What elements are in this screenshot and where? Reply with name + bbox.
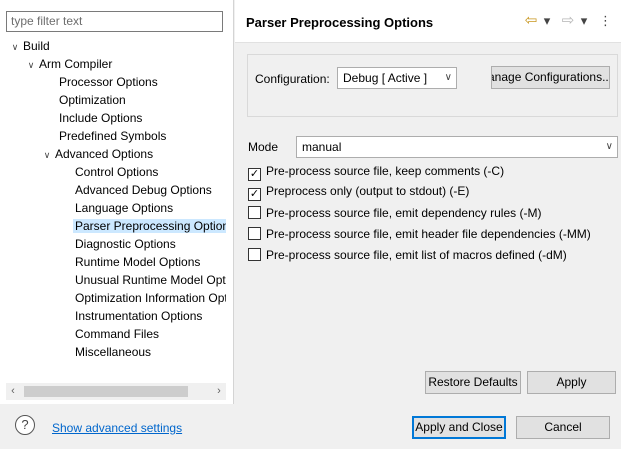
back-arrow-icon[interactable]: ⇦ [522, 12, 540, 30]
tree-item-language-options[interactable]: Language Options [61, 199, 175, 217]
checkbox-checked[interactable]: ✓ [248, 168, 261, 181]
option-emit-header-dependencies[interactable]: Pre-process source file, emit header fil… [248, 227, 591, 243]
tree-item-parser-preprocessing-options[interactable]: Parser Preprocessing Options [61, 217, 226, 235]
page-header: Parser Preprocessing Options ⇦ ▾ ⇨ ▾ ⋮ [235, 0, 621, 43]
mode-label: Mode [248, 140, 279, 154]
show-advanced-settings-link[interactable]: Show advanced settings [52, 421, 182, 435]
page-title: Parser Preprocessing Options [246, 15, 434, 30]
chevron-down-icon: ∨ [444, 72, 452, 83]
tree-item-processor-options[interactable]: Processor Options [45, 73, 160, 91]
expand-icon[interactable]: ∨ [41, 146, 53, 164]
checkbox-checked[interactable]: ✓ [248, 188, 261, 201]
expand-icon[interactable]: ∨ [25, 56, 37, 74]
scrollbar-thumb[interactable] [24, 386, 188, 397]
scroll-left-icon[interactable]: ‹ [6, 383, 20, 400]
tree-horizontal-scrollbar[interactable]: ‹ › [6, 383, 226, 400]
expand-icon[interactable]: ∨ [9, 38, 21, 56]
tree-item-include-options[interactable]: Include Options [45, 109, 144, 127]
settings-tree: ∨ Build ∨ Arm Compiler Processor Options O… [0, 37, 226, 380]
tree-item-arm-compiler[interactable]: ∨ Arm Compiler [25, 55, 114, 73]
option-emit-macros-defined[interactable]: Pre-process source file, emit list of ma… [248, 248, 567, 264]
tree-item-runtime-model-options[interactable]: Runtime Model Options [61, 253, 202, 271]
tree-item-optimization[interactable]: Optimization [45, 91, 128, 109]
configuration-select[interactable]: Debug [ Active ] ∨ [337, 67, 457, 89]
tree-item-advanced-options[interactable]: ∨ Advanced Options [41, 145, 155, 163]
scroll-right-icon[interactable]: › [212, 383, 226, 400]
tree-item-predefined-symbols[interactable]: Predefined Symbols [45, 127, 168, 145]
tree-item-build[interactable]: ∨ Build [9, 37, 52, 55]
apply-and-close-button[interactable]: Apply and Close [412, 416, 506, 439]
tree-item-instrumentation-options[interactable]: Instrumentation Options [61, 307, 204, 325]
forward-arrow-icon[interactable]: ⇨ [559, 12, 577, 30]
checkbox-unchecked[interactable] [248, 248, 261, 261]
left-panel: type filter text ∨ Build ∨ Arm Compiler Pr… [0, 0, 234, 404]
back-dropdown-icon[interactable]: ▾ [541, 12, 553, 30]
configuration-value: Debug [ Active ] [343, 71, 428, 85]
checkbox-unchecked[interactable] [248, 206, 261, 219]
mode-value: manual [302, 140, 342, 154]
manage-configurations-button[interactable]: Manage Configurations... [491, 66, 610, 89]
tree-item-unusual-runtime-model-options[interactable]: Unusual Runtime Model Options [61, 271, 226, 289]
restore-defaults-button[interactable]: Restore Defaults [425, 371, 521, 394]
option-emit-dependency-rules[interactable]: Pre-process source file, emit dependency… [248, 206, 541, 222]
tree-item-optimization-information-options[interactable]: Optimization Information Options [61, 289, 226, 307]
option-keep-comments[interactable]: ✓ Pre-process source file, keep comments … [248, 164, 504, 181]
view-menu-icon[interactable]: ⋮ [599, 12, 612, 30]
tree-item-miscellaneous[interactable]: Miscellaneous [61, 343, 153, 361]
filter-input[interactable]: type filter text [6, 11, 223, 32]
tree-item-diagnostic-options[interactable]: Diagnostic Options [61, 235, 178, 253]
dialog-footer: ? Show advanced settings Apply and Close… [0, 404, 621, 449]
forward-dropdown-icon[interactable]: ▾ [578, 12, 590, 30]
tree-item-advanced-debug-options[interactable]: Advanced Debug Options [61, 181, 214, 199]
option-preprocess-only[interactable]: ✓ Preprocess only (output to stdout) (-E) [248, 184, 469, 201]
configuration-label: Configuration: [255, 72, 330, 86]
tree-item-command-files[interactable]: Command Files [61, 325, 161, 343]
help-icon[interactable]: ? [15, 415, 35, 435]
apply-button[interactable]: Apply [527, 371, 616, 394]
right-panel: Parser Preprocessing Options ⇦ ▾ ⇨ ▾ ⋮ C… [235, 0, 621, 404]
mode-select[interactable]: manual ∨ [296, 136, 618, 158]
tree-item-control-options[interactable]: Control Options [61, 163, 160, 181]
chevron-down-icon: ∨ [605, 141, 613, 152]
cancel-button[interactable]: Cancel [516, 416, 610, 439]
checkbox-unchecked[interactable] [248, 227, 261, 240]
